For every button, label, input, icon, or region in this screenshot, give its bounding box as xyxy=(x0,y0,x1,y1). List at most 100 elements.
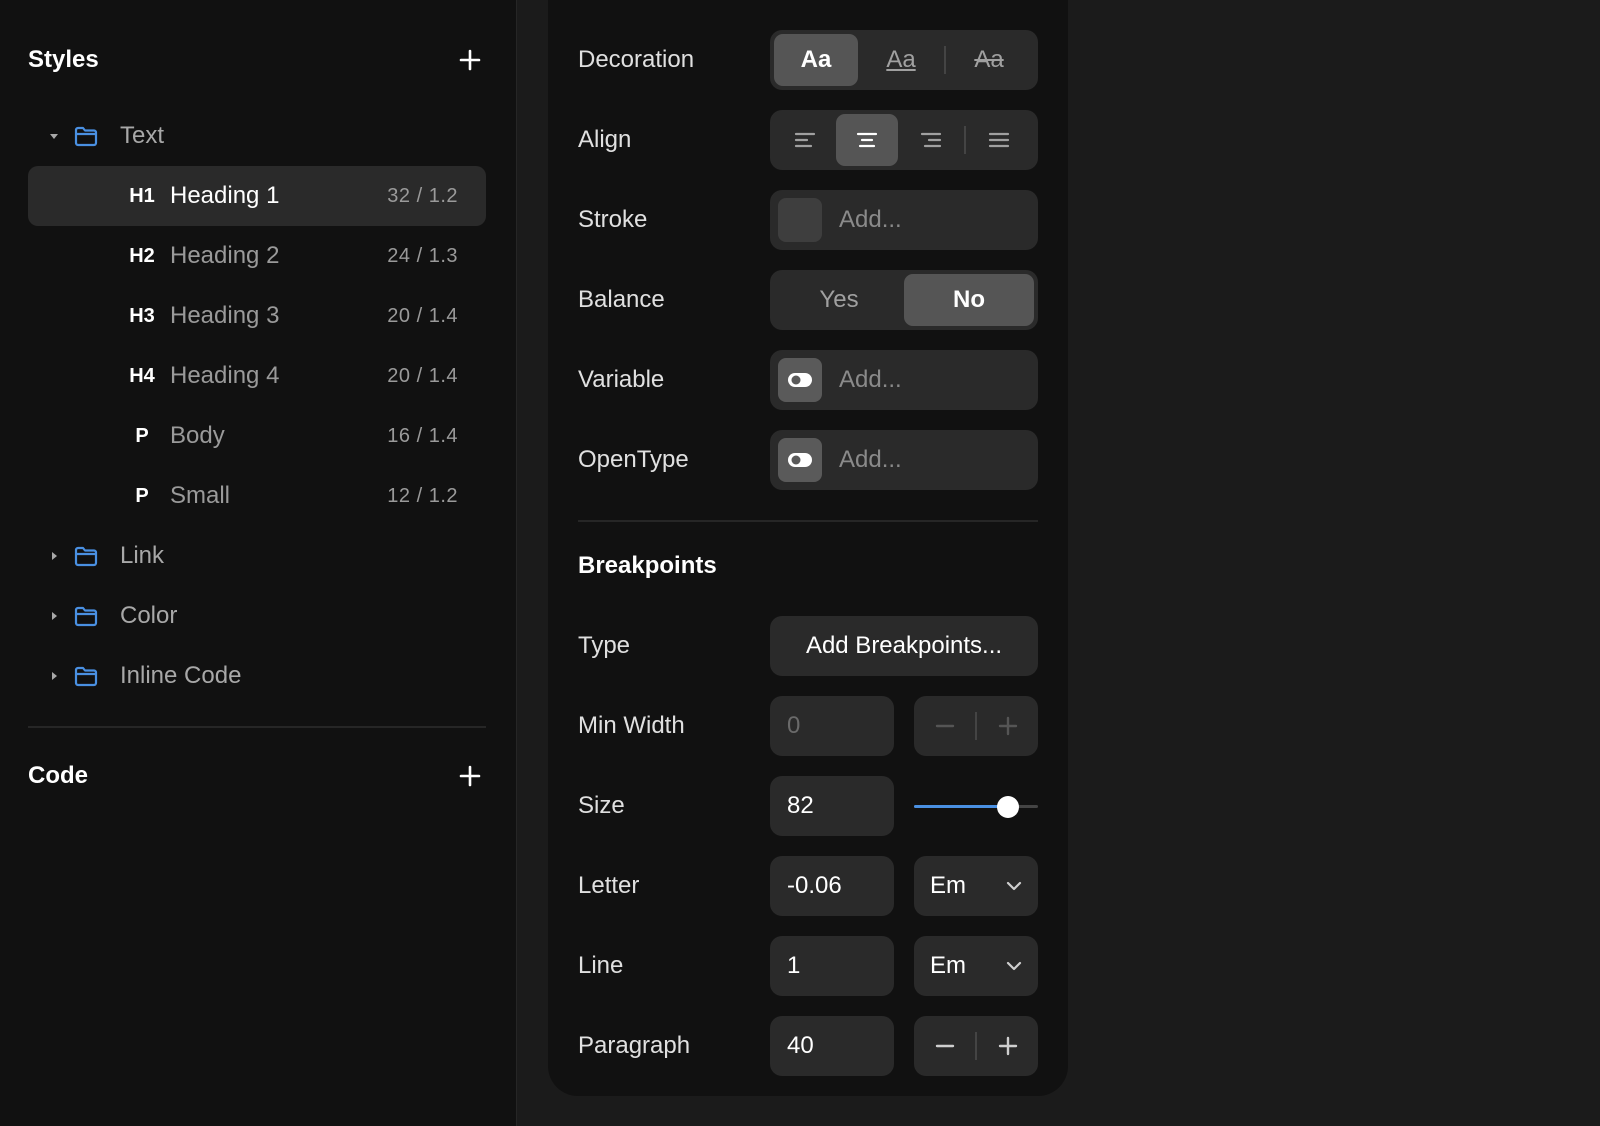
properties-panel: Decoration Aa Aa Aa Align Stroke Add... … xyxy=(548,0,1068,1096)
decrement-button[interactable] xyxy=(914,696,975,756)
caret-right-icon[interactable] xyxy=(46,670,62,682)
min-width-input[interactable]: 0 xyxy=(770,696,894,756)
code-section-header: Code xyxy=(28,756,486,796)
style-item-heading-1[interactable]: H1 Heading 1 32 / 1.2 xyxy=(28,166,486,226)
caret-right-icon[interactable] xyxy=(46,610,62,622)
group-label: Link xyxy=(120,542,165,569)
decoration-underline-option[interactable]: Aa xyxy=(858,34,944,86)
group-label: Color xyxy=(120,602,178,629)
style-item-heading-3[interactable]: H3 Heading 3 20 / 1.4 xyxy=(28,286,486,346)
style-label: Heading 4 xyxy=(170,362,280,389)
style-tag: H4 xyxy=(129,364,155,387)
opentype-placeholder: Add... xyxy=(839,446,902,473)
style-item-small[interactable]: P Small 12 / 1.2 xyxy=(28,466,486,526)
style-item-heading-4[interactable]: H4 Heading 4 20 / 1.4 xyxy=(28,346,486,406)
caret-down-icon[interactable] xyxy=(46,130,62,142)
folder-icon xyxy=(74,665,102,687)
style-meta: 16 / 1.4 xyxy=(387,424,458,447)
balance-yes-option[interactable]: Yes xyxy=(774,274,904,326)
style-tag: H3 xyxy=(129,304,155,327)
line-label: Line xyxy=(578,952,624,979)
caret-right-icon[interactable] xyxy=(46,550,62,562)
paragraph-label: Paragraph xyxy=(578,1032,691,1059)
style-meta: 20 / 1.4 xyxy=(387,364,458,387)
style-meta: 12 / 1.2 xyxy=(387,484,458,507)
align-left-icon xyxy=(794,132,816,148)
style-item-body[interactable]: P Body 16 / 1.4 xyxy=(28,406,486,466)
size-slider[interactable] xyxy=(914,776,1038,836)
group-link[interactable]: Link xyxy=(28,526,486,586)
toggle-icon[interactable] xyxy=(778,358,822,402)
increment-button[interactable] xyxy=(977,1016,1038,1076)
size-input[interactable]: 82 xyxy=(770,776,894,836)
folder-icon xyxy=(74,605,102,627)
balance-segmented: Yes No xyxy=(770,270,1038,330)
group-inline-code[interactable]: Inline Code xyxy=(28,646,486,706)
style-meta: 32 / 1.2 xyxy=(387,184,458,207)
folder-icon xyxy=(74,545,102,567)
plus-icon xyxy=(998,1036,1017,1056)
decoration-strikethrough-option[interactable]: Aa xyxy=(946,34,1032,86)
paragraph-input[interactable]: 40 xyxy=(770,1016,894,1076)
letter-input[interactable]: -0.06 xyxy=(770,856,894,916)
align-left-button[interactable] xyxy=(774,114,836,166)
style-tag: P xyxy=(135,424,149,447)
align-right-button[interactable] xyxy=(898,114,964,166)
decrement-button[interactable] xyxy=(914,1016,975,1076)
minus-icon xyxy=(935,1044,954,1048)
letter-unit-value: Em xyxy=(930,872,966,899)
code-title: Code xyxy=(28,762,88,789)
styles-sidebar: Styles Text H1 Heading 1 32 / 1.2 H2 Hea… xyxy=(0,0,517,1126)
styles-title: Styles xyxy=(28,46,99,73)
paragraph-stepper xyxy=(914,1016,1038,1076)
stroke-field[interactable]: Add... xyxy=(770,190,1038,250)
letter-label: Letter xyxy=(578,872,640,899)
panel-divider xyxy=(578,520,1038,522)
chevron-down-icon xyxy=(1006,961,1022,971)
style-item-heading-2[interactable]: H2 Heading 2 24 / 1.3 xyxy=(28,226,486,286)
style-tag: H1 xyxy=(129,184,155,207)
add-code-button[interactable] xyxy=(454,760,486,792)
align-right-icon xyxy=(920,132,942,148)
balance-no-option[interactable]: No xyxy=(904,274,1034,326)
stroke-label: Stroke xyxy=(578,206,648,233)
variable-field[interactable]: Add... xyxy=(770,350,1038,410)
line-input[interactable]: 1 xyxy=(770,936,894,996)
folder-icon xyxy=(74,125,102,147)
align-label: Align xyxy=(578,126,632,153)
group-text[interactable]: Text xyxy=(28,106,486,166)
variable-label: Variable xyxy=(578,366,665,393)
group-label: Inline Code xyxy=(120,662,242,689)
add-style-button[interactable] xyxy=(454,44,486,76)
align-center-icon xyxy=(856,132,878,148)
toggle-icon[interactable] xyxy=(778,438,822,482)
align-center-button[interactable] xyxy=(836,114,898,166)
color-swatch[interactable] xyxy=(778,198,822,242)
style-meta: 20 / 1.4 xyxy=(387,304,458,327)
size-label: Size xyxy=(578,792,625,819)
line-unit-select[interactable]: Em xyxy=(914,936,1038,996)
decoration-label: Decoration xyxy=(578,46,695,73)
style-tag: P xyxy=(135,484,149,507)
plus-icon xyxy=(998,716,1017,736)
align-segmented xyxy=(770,110,1038,170)
slider-fill xyxy=(914,805,1009,808)
decoration-none-option[interactable]: Aa xyxy=(774,34,858,86)
group-color[interactable]: Color xyxy=(28,586,486,646)
align-justify-button[interactable] xyxy=(966,114,1032,166)
style-label: Heading 1 xyxy=(170,182,280,209)
chevron-down-icon xyxy=(1006,881,1022,891)
min-width-stepper xyxy=(914,696,1038,756)
sidebar-divider xyxy=(28,726,486,728)
style-meta: 24 / 1.3 xyxy=(387,244,458,267)
increment-button[interactable] xyxy=(977,696,1038,756)
min-width-label: Min Width xyxy=(578,712,685,739)
styles-section-header: Styles xyxy=(28,40,486,80)
add-breakpoints-button[interactable]: Add Breakpoints... xyxy=(770,616,1038,676)
style-tag: H2 xyxy=(129,244,155,267)
opentype-field[interactable]: Add... xyxy=(770,430,1038,490)
letter-unit-select[interactable]: Em xyxy=(914,856,1038,916)
plus-icon xyxy=(459,49,481,71)
balance-label: Balance xyxy=(578,286,665,313)
slider-thumb[interactable] xyxy=(997,796,1020,818)
